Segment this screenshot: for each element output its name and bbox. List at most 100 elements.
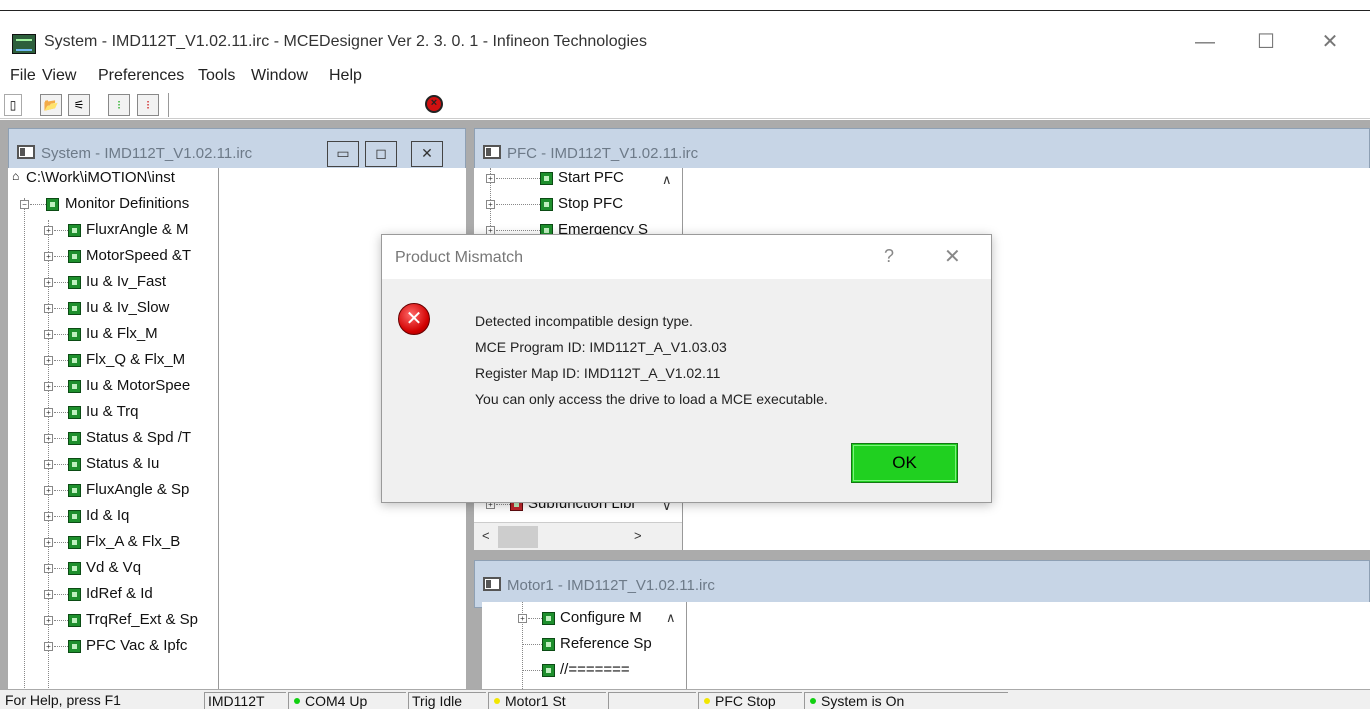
monitor-icon bbox=[68, 224, 81, 237]
ok-button[interactable]: OK bbox=[851, 443, 958, 483]
tree-connector bbox=[54, 516, 68, 517]
monitor-group-icon bbox=[46, 198, 59, 211]
menu-window[interactable]: Window bbox=[251, 67, 308, 85]
stop-icon[interactable]: × bbox=[425, 95, 443, 113]
command-icon bbox=[542, 664, 555, 677]
tree-connector bbox=[54, 594, 68, 595]
monitor-icon bbox=[68, 380, 81, 393]
command-icon bbox=[542, 638, 555, 651]
monitor-icon bbox=[68, 406, 81, 419]
tree-item-label: //======= bbox=[560, 661, 630, 678]
tree-item-label: Iu & Trq bbox=[86, 403, 139, 420]
tree-item-label: Stop PFC bbox=[558, 195, 624, 212]
status-trig: Trig Idle bbox=[408, 692, 486, 709]
expand-icon[interactable]: + bbox=[44, 278, 53, 287]
tree-connector bbox=[496, 230, 540, 231]
minimize-button[interactable]: — bbox=[1182, 24, 1228, 60]
horizontal-scrollbar[interactable]: < > bbox=[474, 522, 682, 550]
pfc-window-title: PFC - IMD112T_V1.02.11.irc bbox=[507, 145, 699, 162]
tree-connector bbox=[54, 412, 68, 413]
scroll-right-arrow[interactable]: > bbox=[634, 528, 642, 543]
status-system-label: System is On bbox=[821, 693, 905, 709]
monitor-icon bbox=[68, 458, 81, 471]
close-button[interactable]: ✕ bbox=[1307, 24, 1353, 60]
scroll-up-arrow[interactable]: ∧ bbox=[666, 610, 676, 626]
status-pfc: PFC Stop bbox=[698, 692, 802, 709]
tree-item-label: FluxrAngle & M bbox=[86, 221, 189, 238]
expand-icon[interactable]: + bbox=[44, 382, 53, 391]
expand-icon[interactable]: + bbox=[44, 538, 53, 547]
tree-guide-line bbox=[24, 198, 25, 688]
expand-icon[interactable]: + bbox=[44, 304, 53, 313]
tree-connector bbox=[54, 490, 68, 491]
collapse-icon[interactable]: − bbox=[20, 200, 29, 209]
tree-item-label: IdRef & Id bbox=[86, 585, 153, 602]
tree-connector bbox=[54, 620, 68, 621]
tree-connector bbox=[54, 334, 68, 335]
help-button[interactable]: ? bbox=[884, 246, 894, 267]
expand-icon[interactable]: + bbox=[44, 616, 53, 625]
tree-connector bbox=[54, 282, 68, 283]
open-icon[interactable]: 📂 bbox=[40, 94, 62, 116]
menu-view[interactable]: View bbox=[42, 67, 76, 85]
dialog-message-line: Detected incompatible design type. bbox=[475, 313, 693, 329]
tree-connector bbox=[528, 618, 542, 619]
expand-icon[interactable]: + bbox=[486, 174, 495, 183]
menu-help[interactable]: Help bbox=[329, 67, 362, 85]
scroll-thumb[interactable] bbox=[498, 526, 538, 548]
dialog-title: Product Mismatch bbox=[395, 249, 524, 266]
child-close-button[interactable]: ✕ bbox=[411, 141, 443, 167]
tree-connector bbox=[522, 644, 542, 645]
command-icon bbox=[542, 612, 555, 625]
tree-item-label: Status & Iu bbox=[86, 455, 160, 472]
menu-preferences[interactable]: Preferences bbox=[98, 67, 184, 85]
tree-splitter[interactable] bbox=[218, 168, 219, 689]
expand-icon[interactable]: + bbox=[44, 512, 53, 521]
green-led-icon bbox=[810, 698, 816, 705]
traffic-light-icon[interactable]: ⁝ bbox=[108, 94, 130, 116]
expand-icon[interactable]: + bbox=[44, 434, 53, 443]
status-bar: For Help, press F1 IMD112T COM4 Up Trig … bbox=[0, 689, 1370, 709]
expand-icon[interactable]: + bbox=[44, 252, 53, 261]
dialog-message-line: Register Map ID: IMD112T_A_V1.02.11 bbox=[475, 365, 721, 381]
title-bar: System - IMD112T_V1.02.11.irc - MCEDesig… bbox=[0, 18, 1370, 66]
status-help: For Help, press F1 bbox=[5, 692, 121, 708]
dialog-message-line: MCE Program ID: IMD112T_A_V1.03.03 bbox=[475, 339, 727, 355]
command-icon bbox=[540, 172, 553, 185]
expand-icon[interactable]: + bbox=[44, 460, 53, 469]
monitor-icon bbox=[68, 328, 81, 341]
dialog-message-line: You can only access the drive to load a … bbox=[475, 391, 828, 407]
menu-file[interactable]: File bbox=[10, 67, 36, 85]
ok-button-label: OK bbox=[892, 453, 917, 472]
new-icon[interactable]: ▯ bbox=[4, 94, 22, 116]
menu-tools[interactable]: Tools bbox=[198, 67, 235, 85]
motor-window-title: Motor1 - IMD112T_V1.02.11.irc bbox=[507, 577, 715, 594]
motor-tree-pane: + Configure M Reference Sp //======= ∧ bbox=[482, 602, 1370, 689]
expand-icon[interactable]: + bbox=[44, 642, 53, 651]
connect-icon[interactable]: ⚟ bbox=[68, 94, 90, 116]
monitor-icon bbox=[68, 276, 81, 289]
expand-icon[interactable]: + bbox=[486, 200, 495, 209]
expand-icon[interactable]: + bbox=[44, 356, 53, 365]
expand-icon[interactable]: + bbox=[44, 226, 53, 235]
monitor-icon bbox=[68, 250, 81, 263]
child-restore-button[interactable]: ◻ bbox=[365, 141, 397, 167]
expand-icon[interactable]: + bbox=[518, 614, 527, 623]
scroll-up-arrow[interactable]: ∧ bbox=[662, 172, 672, 188]
expand-icon[interactable]: + bbox=[44, 486, 53, 495]
group-label: Monitor Definitions bbox=[65, 195, 190, 212]
tree-connector bbox=[54, 464, 68, 465]
traffic-light-red-icon[interactable]: ⁝ bbox=[137, 94, 159, 116]
tree-item-label: Iu & MotorSpee bbox=[86, 377, 191, 394]
scroll-left-arrow[interactable]: < bbox=[482, 528, 490, 543]
motor-splitter[interactable] bbox=[686, 602, 687, 689]
expand-icon[interactable]: + bbox=[44, 330, 53, 339]
monitor-icon bbox=[68, 484, 81, 497]
expand-icon[interactable]: + bbox=[44, 590, 53, 599]
expand-icon[interactable]: + bbox=[44, 564, 53, 573]
child-minimize-button[interactable]: ▭ bbox=[327, 141, 359, 167]
top-border bbox=[0, 10, 1370, 11]
expand-icon[interactable]: + bbox=[44, 408, 53, 417]
maximize-button[interactable]: ☐ bbox=[1243, 24, 1289, 60]
dialog-close-button[interactable]: ✕ bbox=[944, 244, 961, 269]
